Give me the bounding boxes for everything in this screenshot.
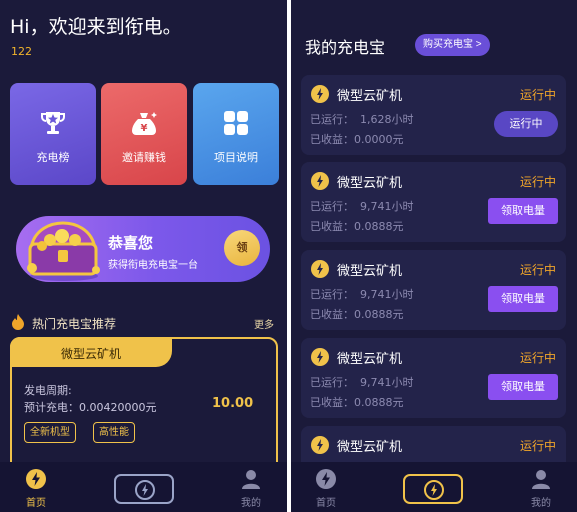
fire-icon [12, 314, 24, 330]
lightning-icon [311, 85, 329, 103]
hot-section-title: 热门充电宝推荐 [32, 317, 117, 331]
device-runtime: 已运行： 1,628小时 [310, 113, 414, 126]
device-name: 微型云矿机 [337, 176, 403, 191]
product-cycle: 发电周期: [24, 384, 72, 397]
nav-mine-label: 我的 [531, 498, 551, 509]
device-earnings: 已收益：0.0888元 [310, 308, 404, 321]
product-tag: 全新机型 [24, 422, 76, 443]
device-card: 微型云矿机 运行中 已运行： 1,628小时 已收益：0.0000元 运行中 [301, 75, 566, 155]
lightning-icon [311, 260, 329, 278]
user-icon [532, 470, 550, 489]
greeting-text: Hi，欢迎来到衔电。 [10, 16, 182, 38]
tile-invite-earn[interactable]: ¥ 邀请赚钱 [101, 83, 187, 185]
device-card: 微型云矿机 运行中 已运行： 9,741小时 已收益：0.0888元 领取电量 [301, 338, 566, 418]
banner-title: 恭喜您 [108, 234, 154, 252]
claim-button[interactable]: 领 [224, 230, 260, 266]
tile-label: 充电榜 [36, 151, 70, 164]
my-power-banks-screen: 我的充电宝 购买充电宝 > 微型云矿机 运行中 已运行： 1,628小时 已收益：… [291, 0, 577, 512]
lightning-icon [26, 469, 46, 489]
nav-mine-label: 我的 [241, 498, 261, 509]
home-screen: Hi，欢迎来到衔电。 122 充电榜 ¥ 邀请赚钱 项目说明 恭喜您 获得衔电充… [0, 0, 287, 512]
lightning-icon [311, 172, 329, 190]
device-name: 微型云矿机 [337, 440, 403, 455]
device-runtime: 已运行： 9,741小时 [310, 288, 414, 301]
claim-power-button[interactable]: 领取电量 [488, 374, 558, 400]
claim-power-button[interactable]: 领取电量 [488, 198, 558, 224]
device-status: 运行中 [519, 175, 556, 189]
lightning-icon [311, 348, 329, 366]
treasure-chest-icon [27, 221, 100, 281]
tile-label: 项目说明 [214, 151, 258, 164]
device-earnings: 已收益：0.0888元 [310, 396, 404, 409]
buy-power-bank-button[interactable]: 购买充电宝 > [415, 34, 490, 56]
user-number: 122 [11, 45, 32, 58]
lightning-icon [316, 469, 336, 489]
product-name: 微型云矿机 [60, 347, 121, 361]
device-card: 微型云矿机 运行中 已运行： 9,741小时 已收益：0.0888元 领取电量 [301, 162, 566, 242]
nav-mine[interactable]: 我的 [226, 468, 276, 509]
product-price: 10.00 [212, 396, 254, 411]
money-bag-icon: ¥ [132, 112, 157, 135]
device-earnings: 已收益：0.0000元 [310, 133, 404, 146]
device-status: 运行中 [519, 439, 556, 453]
tile-charge-ranking[interactable]: 充电榜 [10, 83, 96, 185]
lightning-icon [424, 480, 444, 500]
device-name: 微型云矿机 [337, 352, 403, 367]
trophy-icon [41, 112, 65, 134]
product-tag: 高性能 [93, 422, 135, 443]
claim-power-button[interactable]: 领取电量 [488, 286, 558, 312]
lightning-icon [311, 436, 329, 454]
nav-mine[interactable]: 我的 [516, 468, 566, 509]
lightning-icon [135, 480, 155, 500]
page-title: 我的充电宝 [305, 38, 386, 57]
device-status: 运行中 [519, 88, 556, 102]
tile-label: 邀请赚钱 [122, 151, 166, 164]
device-runtime: 已运行： 9,741小时 [310, 376, 414, 389]
nav-home-label: 首页 [26, 498, 46, 509]
device-status: 运行中 [519, 351, 556, 365]
nav-home[interactable]: 首页 [11, 468, 61, 509]
running-button[interactable]: 运行中 [494, 111, 558, 137]
nav-charge-button[interactable] [114, 474, 174, 504]
nav-home-label: 首页 [316, 498, 336, 509]
device-name: 微型云矿机 [337, 89, 403, 104]
device-name: 微型云矿机 [337, 264, 403, 279]
device-runtime: 已运行： 9,741小时 [310, 200, 414, 213]
product-expected-charge: 预计充电：0.00420000元 [24, 401, 157, 414]
more-link[interactable]: 更多 [254, 316, 274, 331]
nav-charge-button[interactable] [403, 474, 463, 504]
device-status: 运行中 [519, 263, 556, 277]
grid-icon [224, 111, 248, 135]
nav-home[interactable]: 首页 [301, 468, 351, 509]
banner-subtitle: 获得衔电充电宝一台 [108, 260, 198, 271]
device-card: 微型云矿机 运行中 已运行： 9,741小时 已收益：0.0888元 领取电量 [301, 250, 566, 330]
device-earnings: 已收益：0.0888元 [310, 220, 404, 233]
tile-project-info[interactable]: 项目说明 [193, 83, 279, 185]
user-icon [242, 470, 260, 489]
svg-text:¥: ¥ [141, 123, 148, 134]
